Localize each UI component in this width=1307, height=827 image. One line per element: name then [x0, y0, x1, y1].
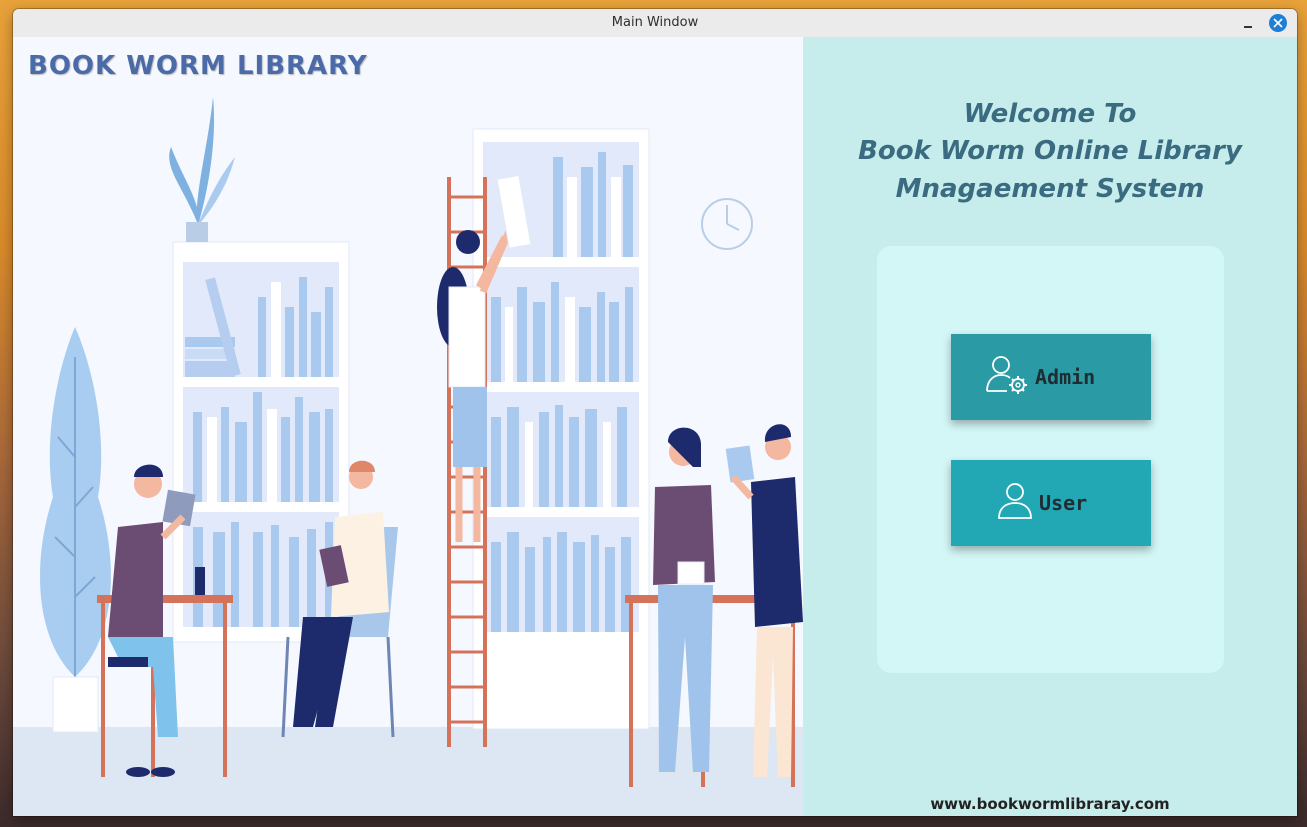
- website-link: www.bookwormlibraray.com: [930, 795, 1170, 813]
- welcome-line-2: Book Worm Online Library: [858, 136, 1242, 166]
- user-icon: [997, 481, 1033, 525]
- admin-button[interactable]: Admin: [951, 334, 1151, 420]
- title-bar[interactable]: Main Window: [13, 9, 1297, 38]
- close-icon[interactable]: [1269, 14, 1287, 32]
- window-title: Main Window: [611, 15, 699, 30]
- welcome-line-3: Mnagaement System: [895, 174, 1205, 204]
- user-button[interactable]: User: [951, 460, 1151, 546]
- welcome-line-1: Welcome To: [963, 99, 1137, 129]
- welcome-panel: Welcome To Book Worm Online Library Mnag…: [803, 37, 1297, 816]
- illustration-panel: BOOK WORM LIBRARY: [13, 37, 803, 816]
- library-illustration: [13, 97, 803, 816]
- admin-button-label: Admin: [1035, 365, 1096, 389]
- login-card: Admin User: [877, 246, 1224, 673]
- main-window: Main Window BOOK WORM LIBRARY Welcome To…: [13, 9, 1297, 816]
- admin-gear-user-icon: [985, 353, 1031, 401]
- brand-title: BOOK WORM LIBRARY: [28, 51, 368, 81]
- user-button-label: User: [1039, 491, 1088, 515]
- minimize-icon[interactable]: [1240, 15, 1256, 31]
